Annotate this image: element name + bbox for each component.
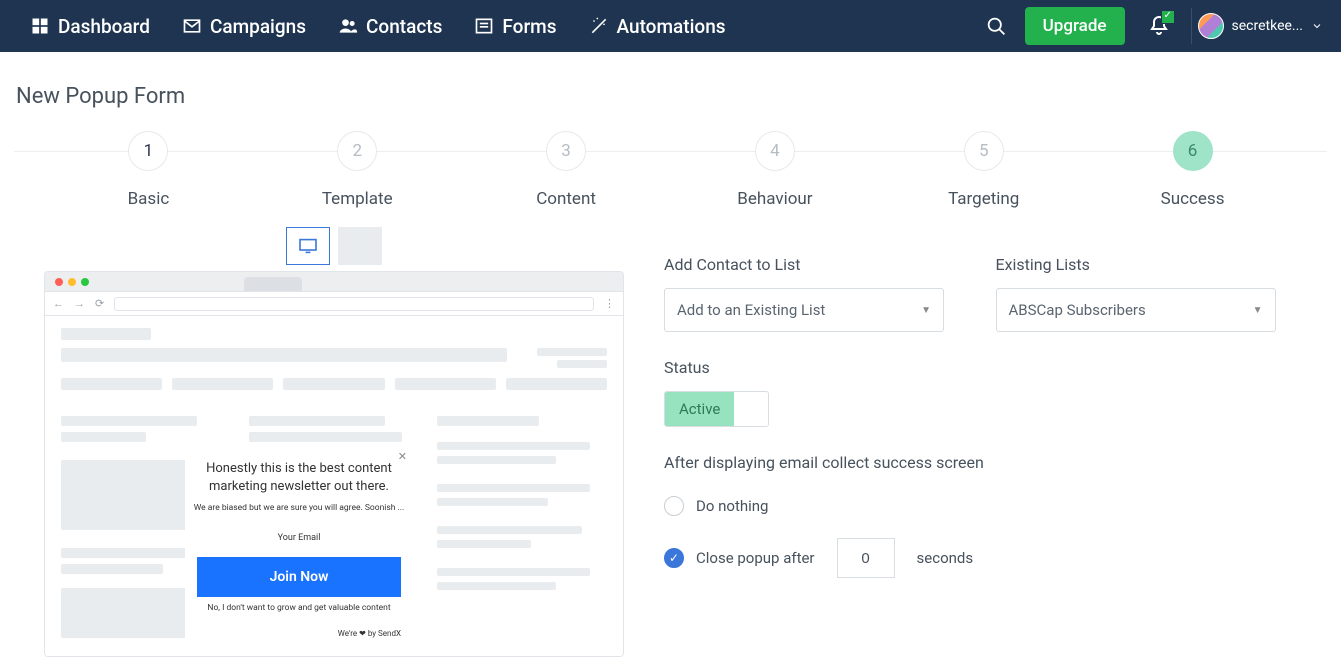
nav-label: Forms [502, 15, 556, 38]
step-success[interactable]: 6Success [1088, 131, 1297, 209]
option-label-after: seconds [917, 549, 974, 567]
popup-subtitle: We are biased but we are sure you will a… [193, 503, 405, 513]
option-do-nothing[interactable]: Do nothing [664, 496, 1297, 516]
nav-label: Automations [617, 15, 726, 38]
select-value: Add to an Existing List [677, 301, 825, 319]
popup-title: Honestly this is the best content market… [193, 460, 405, 495]
option-close-popup[interactable]: Close popup after seconds [664, 538, 1297, 578]
step-template[interactable]: 2Template [253, 131, 462, 209]
step-behaviour[interactable]: 4Behaviour [670, 131, 879, 209]
step-targeting[interactable]: 5Targeting [879, 131, 1088, 209]
popup-cta-button[interactable]: Join Now [197, 557, 401, 597]
avatar [1198, 13, 1224, 39]
after-display-label: After displaying email collect success s… [664, 453, 1297, 472]
notification-badge [1161, 10, 1175, 24]
notifications-button[interactable] [1139, 6, 1179, 46]
popup-email-placeholder: Your Email [193, 533, 405, 543]
user-name: secretkee... [1232, 18, 1303, 34]
popup-decline: No, I don't want to grow and get valuabl… [193, 603, 405, 613]
existing-lists-label: Existing Lists [996, 255, 1298, 274]
nav-label: Dashboard [58, 15, 150, 38]
nav-automations[interactable]: Automations [573, 0, 742, 52]
top-nav: Dashboard Campaigns Contacts Forms Autom… [0, 0, 1341, 52]
status-label: Status [664, 358, 1297, 377]
upgrade-button[interactable]: Upgrade [1025, 7, 1125, 45]
contacts-icon [338, 16, 358, 36]
browser-preview: ←→⟳ ⋮ [44, 271, 624, 657]
dashboard-icon [30, 16, 50, 36]
nav-contacts[interactable]: Contacts [322, 0, 458, 52]
nav-label: Campaigns [210, 15, 306, 38]
desktop-icon [298, 238, 318, 254]
step-basic[interactable]: 1Basic [44, 131, 253, 209]
wand-icon [589, 16, 609, 36]
mail-icon [182, 16, 202, 36]
divider [1191, 8, 1192, 44]
status-active: Active [665, 392, 734, 426]
option-label-before: Close popup after [696, 549, 815, 567]
add-contact-select[interactable]: Add to an Existing List ▼ [664, 288, 944, 332]
forms-icon [474, 16, 494, 36]
radio-checked [664, 548, 684, 568]
nav-dashboard[interactable]: Dashboard [14, 0, 166, 52]
close-icon[interactable]: ✕ [398, 450, 407, 463]
step-content[interactable]: 3Content [462, 131, 671, 209]
add-contact-label: Add Contact to List [664, 255, 966, 274]
search-button[interactable] [977, 6, 1017, 46]
status-toggle[interactable]: Active [664, 391, 769, 427]
select-value: ABSCap Subscribers [1009, 301, 1146, 319]
chevron-down-icon: ▼ [921, 305, 931, 316]
status-inactive [734, 392, 768, 426]
option-label: Do nothing [696, 497, 768, 515]
upgrade-label: Upgrade [1043, 16, 1107, 36]
chevron-down-icon [1311, 20, 1323, 32]
nav-campaigns[interactable]: Campaigns [166, 0, 322, 52]
close-delay-input[interactable] [837, 538, 895, 578]
user-menu[interactable]: secretkee... [1198, 13, 1327, 39]
existing-lists-select[interactable]: ABSCap Subscribers ▼ [996, 288, 1276, 332]
page-title: New Popup Form [16, 84, 1327, 109]
popup-preview: ✕ Honestly this is the best content mark… [185, 448, 413, 644]
search-icon [986, 16, 1007, 37]
popup-brand: We're ❤ by SendX [193, 629, 405, 638]
chevron-down-icon: ▼ [1253, 305, 1263, 316]
nav-label: Contacts [366, 15, 442, 38]
stepper: 1Basic 2Template 3Content 4Behaviour 5Ta… [14, 131, 1327, 233]
radio-unchecked [664, 496, 684, 516]
nav-forms[interactable]: Forms [458, 0, 572, 52]
